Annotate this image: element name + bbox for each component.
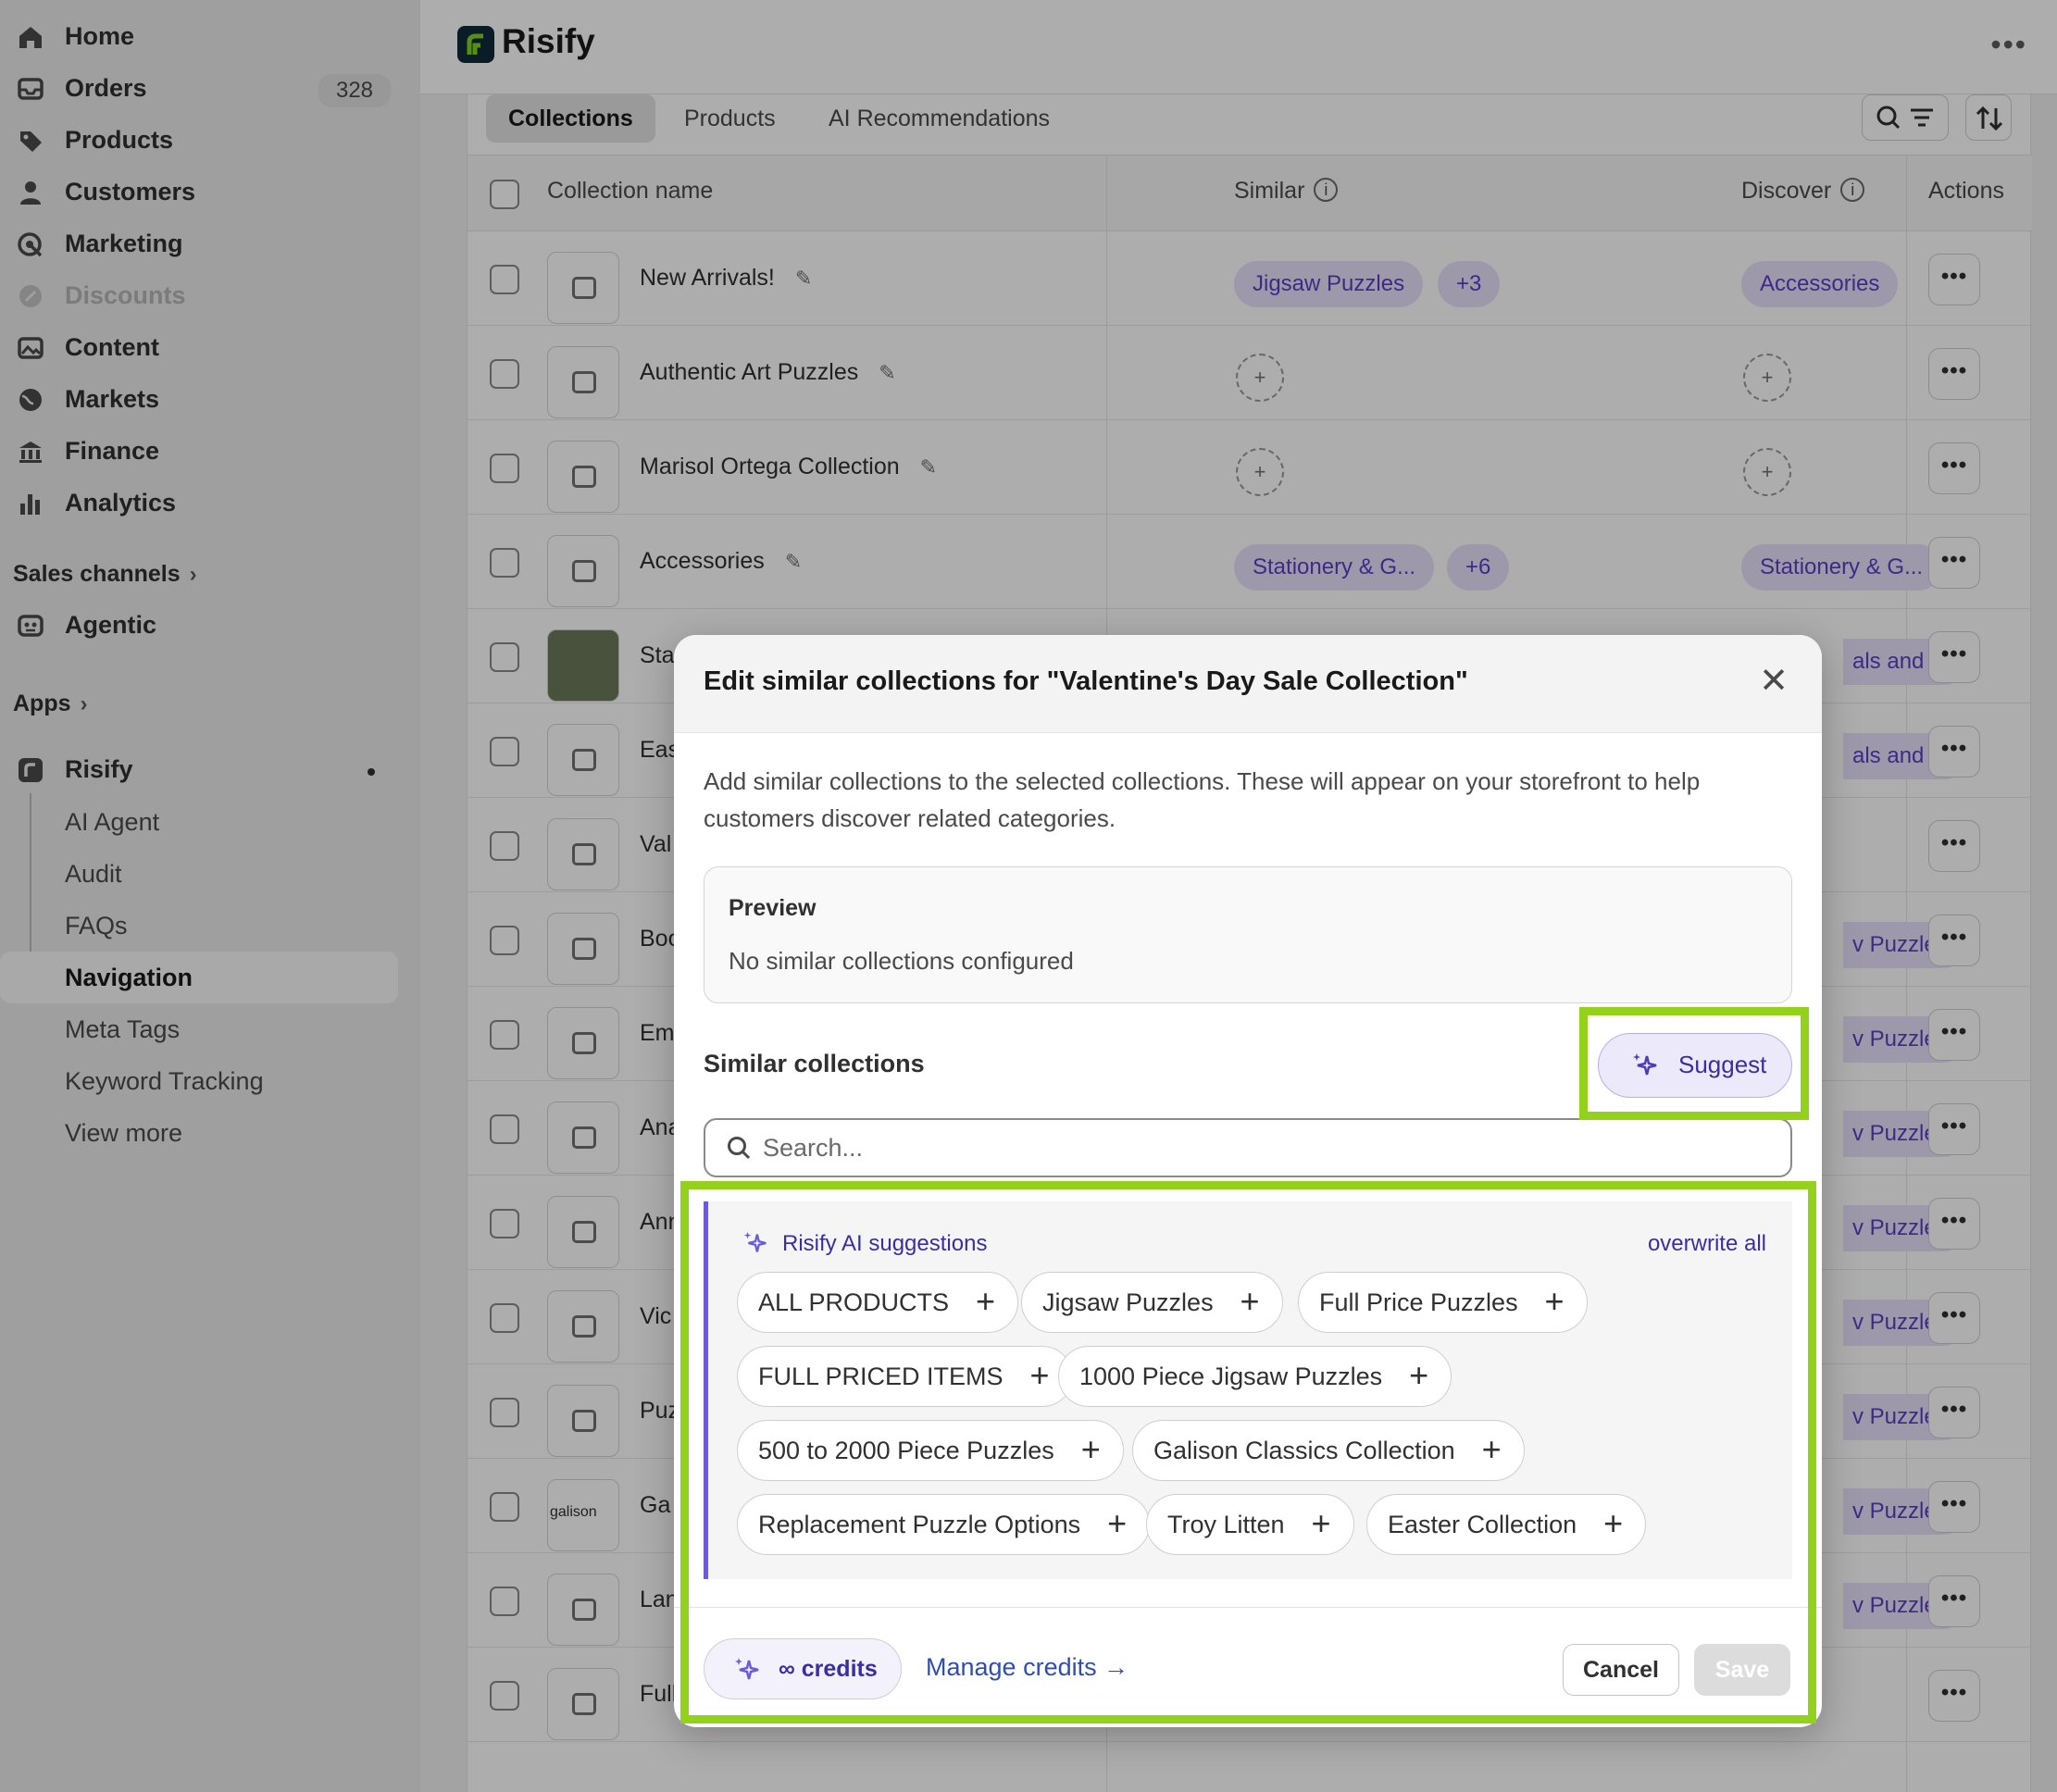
sparkle-icon xyxy=(743,1231,767,1252)
suggestion-chip[interactable]: Easter Collection + xyxy=(1366,1494,1647,1555)
similar-collections-label: Similar collections xyxy=(704,1050,925,1077)
plus-icon: + xyxy=(1603,1504,1624,1542)
overwrite-all-link[interactable]: overwrite all xyxy=(1648,1231,1766,1257)
plus-icon: + xyxy=(1409,1356,1429,1394)
credits-label: ∞ credits xyxy=(779,1656,878,1682)
suggest-button[interactable]: Suggest xyxy=(1598,1033,1792,1098)
plus-icon: + xyxy=(1080,1430,1101,1468)
chip-label: Galison Classics Collection xyxy=(1153,1437,1455,1464)
ai-suggestions-title: Risify AI suggestions xyxy=(782,1231,988,1256)
plus-icon: + xyxy=(1481,1430,1502,1468)
modal-header: Edit similar collections for "Valentine'… xyxy=(674,635,1822,733)
plus-icon: + xyxy=(1240,1282,1260,1320)
cancel-button[interactable]: Cancel xyxy=(1563,1644,1679,1696)
search-input[interactable] xyxy=(763,1129,1772,1166)
manage-credits-link[interactable]: Manage credits → xyxy=(926,1653,1128,1682)
suggestion-chip[interactable]: Troy Litten + xyxy=(1146,1494,1354,1555)
preview-title: Preview xyxy=(729,895,817,921)
plus-icon: + xyxy=(1544,1282,1565,1320)
chip-label: Replacement Puzzle Options xyxy=(758,1511,1081,1538)
save-button[interactable]: Save xyxy=(1694,1644,1790,1696)
chip-label: FULL PRICED ITEMS xyxy=(758,1363,1004,1390)
chip-label: Jigsaw Puzzles xyxy=(1042,1288,1214,1316)
preview-empty-text: No similar collections configured xyxy=(729,947,1074,975)
plus-icon: + xyxy=(1107,1504,1128,1542)
suggest-label: Suggest xyxy=(1678,1051,1767,1078)
sparkle-icon xyxy=(735,1658,759,1680)
suggestion-chip[interactable]: Full Price Puzzles + xyxy=(1298,1272,1588,1333)
chip-label: 500 to 2000 Piece Puzzles xyxy=(758,1437,1054,1464)
chip-label: Full Price Puzzles xyxy=(1319,1288,1518,1316)
modal-description: Add similar collections to the selected … xyxy=(704,767,1701,832)
chip-label: ALL PRODUCTS xyxy=(758,1288,950,1316)
suggestion-chip[interactable]: Galison Classics Collection + xyxy=(1132,1420,1525,1481)
plus-icon: + xyxy=(976,1282,996,1320)
plus-icon: + xyxy=(1311,1504,1331,1542)
footer-divider xyxy=(674,1607,1822,1608)
suggestion-chip[interactable]: FULL PRICED ITEMS + xyxy=(737,1346,1073,1407)
preview-box: Preview No similar collections configure… xyxy=(704,866,1792,1003)
credits-badge[interactable]: ∞ credits xyxy=(704,1638,902,1699)
chip-label: Troy Litten xyxy=(1167,1511,1285,1538)
plus-icon: + xyxy=(1029,1356,1050,1394)
modal-title: Edit similar collections for "Valentine'… xyxy=(704,666,1468,696)
edit-similar-modal: Edit similar collections for "Valentine'… xyxy=(674,635,1822,1727)
suggestion-chip[interactable]: 500 to 2000 Piece Puzzles + xyxy=(737,1420,1124,1481)
sparkle-icon xyxy=(1633,1053,1657,1076)
chip-label: Easter Collection xyxy=(1388,1511,1577,1538)
suggestion-chip[interactable]: Replacement Puzzle Options + xyxy=(737,1494,1151,1555)
suggestion-chip[interactable]: Jigsaw Puzzles + xyxy=(1021,1272,1283,1333)
close-icon[interactable]: ✕ xyxy=(1753,661,1794,702)
suggestion-chip[interactable]: ALL PRODUCTS + xyxy=(737,1272,1019,1333)
chip-label: 1000 Piece Jigsaw Puzzles xyxy=(1079,1363,1383,1390)
ai-suggestions-panel: Risify AI suggestions overwrite all ALL … xyxy=(704,1201,1792,1579)
suggestion-chip[interactable]: 1000 Piece Jigsaw Puzzles + xyxy=(1058,1346,1452,1407)
search-icon xyxy=(728,1137,751,1160)
search-field[interactable] xyxy=(704,1118,1792,1177)
